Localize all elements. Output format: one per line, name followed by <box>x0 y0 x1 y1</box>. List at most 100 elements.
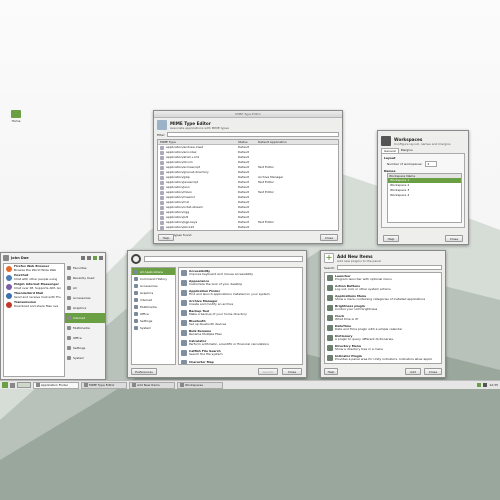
table-row[interactable]: application/postscript Default <box>158 230 338 231</box>
finder-category-item[interactable]: Multimedia <box>132 303 175 310</box>
launch-button[interactable]: Launch <box>258 368 278 375</box>
menu-category-item[interactable]: All <box>65 283 105 293</box>
finder-category-item[interactable]: All Applications <box>132 268 175 275</box>
add-items-close-button[interactable]: Close <box>424 368 442 375</box>
taskbar-task[interactable]: Workspaces <box>177 381 223 389</box>
plugin-item[interactable]: Action Buttons Log out, lock or other sys… <box>325 283 441 293</box>
menu-category-item[interactable]: Accessories <box>65 293 105 303</box>
plugin-desc: Show a directory tree in a menu <box>335 347 384 351</box>
favorite-app-item[interactable]: Thunderbird Mail Send and receive mail wi… <box>4 291 64 300</box>
menu-category-item[interactable]: Favorites <box>65 263 105 273</box>
taskbar-task[interactable]: Application Finder <box>33 381 79 389</box>
settings-icon[interactable] <box>81 256 85 260</box>
finder-close-button[interactable]: Close <box>282 368 302 375</box>
file-icon <box>160 225 164 230</box>
category-icon <box>67 296 71 300</box>
plugin-item[interactable]: Brightness plugin Control your LCD bright… <box>325 303 441 313</box>
finder-category-item[interactable]: Graphics <box>132 289 175 296</box>
plugin-item[interactable]: DateTime Date and Time plugin with a simp… <box>325 323 441 333</box>
category-label: Graphics <box>73 306 87 310</box>
switch-user-icon[interactable] <box>93 256 97 260</box>
app-icon <box>181 340 187 346</box>
finder-category-item[interactable]: Accessories <box>132 282 175 289</box>
finder-category-item[interactable]: Command History <box>132 275 175 282</box>
finder-category-item[interactable]: System <box>132 324 175 331</box>
mime-titlebar[interactable]: MIME Type Editor <box>154 111 342 118</box>
finder-app-item[interactable]: Application Finder Find and launch applic… <box>179 288 302 298</box>
mime-filter-input[interactable] <box>167 132 339 137</box>
app-search-input[interactable] <box>144 256 303 262</box>
finder-app-item[interactable]: Appearance Customize the look of your des… <box>179 278 302 288</box>
plugin-desc: Date and Time plugin with a simple calen… <box>335 327 403 331</box>
workspace-name-row[interactable]: Workspace 4 <box>388 193 461 198</box>
plugin-item[interactable]: Indicator Plugin Provides a panel area fo… <box>325 353 441 363</box>
column-default-app[interactable]: Default Application <box>258 140 338 144</box>
favorite-app-item[interactable]: Pidgin Internet Messenger Chat over IM. S… <box>4 282 64 291</box>
finder-category-item[interactable]: Settings <box>132 317 175 324</box>
plugin-desc: Provides a panel area for Unity indicato… <box>335 357 433 361</box>
network-icon[interactable] <box>477 383 482 387</box>
finder-app-item[interactable]: Calculator Perform arithmetic, scientific… <box>179 338 302 348</box>
menu-category-item[interactable]: System <box>65 353 105 363</box>
add-items-help-button[interactable]: Help <box>324 368 338 375</box>
menu-category-item[interactable]: Recently Used <box>65 273 105 283</box>
workspaces-close-button[interactable]: Close <box>445 235 463 242</box>
menu-category-item[interactable]: Office <box>65 333 105 343</box>
workspace-switcher[interactable] <box>17 382 31 388</box>
finder-app-desc: Make a backup of your home directory <box>189 312 247 316</box>
finder-app-item[interactable]: Archive Manager Create and modify an arch… <box>179 298 302 308</box>
taskbar-task[interactable]: MIME Type Editor <box>81 381 127 389</box>
favorite-app-item[interactable]: HexChat Chat with other people using <box>4 273 64 282</box>
column-mime-type[interactable]: MIME Type <box>158 140 238 144</box>
task-icon <box>36 383 40 387</box>
tab-margins[interactable]: Margins <box>399 148 415 153</box>
menu-category-item[interactable]: Multimedia <box>65 323 105 333</box>
home-desktop-icon[interactable]: Home <box>8 110 24 123</box>
add-items-search-input[interactable] <box>337 265 442 270</box>
show-desktop-icon[interactable] <box>10 382 15 388</box>
lock-icon[interactable] <box>87 256 91 260</box>
mime-help-button[interactable]: Help <box>158 234 174 241</box>
menu-category-item[interactable]: Graphics <box>65 303 105 313</box>
plugin-item[interactable]: Applications Menu Show a menu containing … <box>325 293 441 303</box>
plugin-icon <box>327 305 333 311</box>
preferences-button[interactable]: Preferences <box>131 368 157 375</box>
tab-general[interactable]: General <box>381 148 399 153</box>
plugin-item[interactable]: Launcher Program launcher with optional m… <box>325 273 441 283</box>
plugin-item[interactable]: Directory Menu Show a directory tree in a… <box>325 343 441 353</box>
finder-app-item[interactable]: Character Map <box>179 358 302 364</box>
finder-category-item[interactable]: Office <box>132 310 175 317</box>
finder-category-item[interactable]: Internet <box>132 296 175 303</box>
menu-category-item[interactable]: Internet <box>65 313 105 323</box>
app-icon <box>6 301 12 308</box>
finder-app-item[interactable]: Backup Tool Make a backup of your home di… <box>179 308 302 318</box>
add-button[interactable]: Add <box>405 368 421 375</box>
mime-close-button[interactable]: Close <box>320 234 338 241</box>
workspaces-help-button[interactable]: Help <box>383 235 399 242</box>
task-icon <box>180 383 184 387</box>
plugin-text: Indicator Plugin Provides a panel area fo… <box>335 355 432 362</box>
logout-icon[interactable] <box>99 256 103 260</box>
whisker-menu-button[interactable] <box>2 382 8 388</box>
finder-app-item[interactable]: Bulk Rename Rename Multiple Files <box>179 328 302 338</box>
favorite-app-item[interactable]: Transmission Download and share files ove <box>4 300 64 309</box>
finder-app-item[interactable]: Accessibility Improve keyboard and mouse … <box>179 268 302 278</box>
file-icon <box>160 210 164 215</box>
taskbar-task[interactable]: Add New Items <box>129 381 175 389</box>
finder-category-list: All Applications Command History Accessori… <box>131 267 176 365</box>
plugin-item[interactable]: Clock What time is it? <box>325 313 441 323</box>
favorite-app-item[interactable]: Firefox Web Browser Browse the World Wide… <box>4 264 64 273</box>
plugin-item[interactable]: Dictionary A plugin to query different di… <box>325 333 441 343</box>
menu-category-item[interactable]: Settings <box>65 343 105 353</box>
finder-app-item[interactable]: Catfish File Search Search the file syste… <box>179 348 302 358</box>
task-label: Add New Items <box>137 382 160 387</box>
clock[interactable]: 12:35 <box>489 383 498 387</box>
column-status[interactable]: Status <box>238 140 258 144</box>
plugin-desc: A plugin to query different dictionaries… <box>335 337 394 341</box>
volume-icon[interactable] <box>483 383 488 387</box>
file-icon <box>160 175 164 180</box>
category-icon <box>134 269 138 274</box>
workspaces-count-spinner[interactable]: 4 <box>425 161 438 167</box>
finder-app-item[interactable]: Bluetooth Set up bluetooth devices <box>179 318 302 328</box>
favorite-desc: Send and receive mail with Thu <box>14 294 62 299</box>
